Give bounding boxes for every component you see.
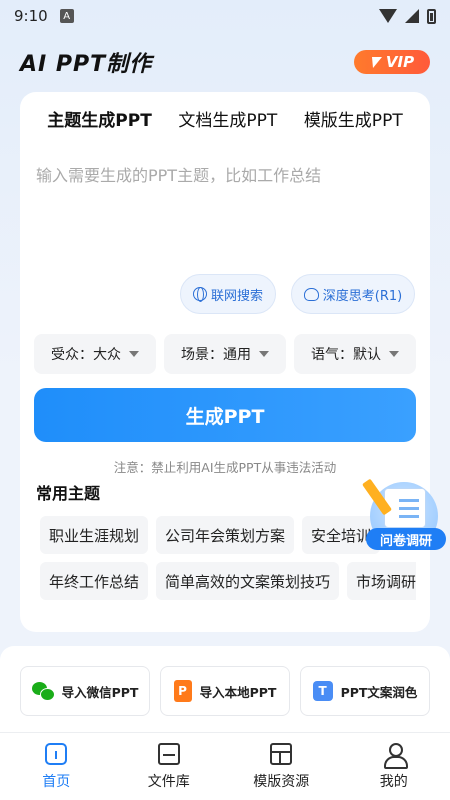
- tone-select[interactable]: 语气：默认: [294, 334, 416, 374]
- folder-icon: [157, 742, 180, 765]
- nav-home-label: 首页: [42, 773, 71, 790]
- polish-text-button[interactable]: T PPT文案润色: [300, 666, 430, 716]
- battery-icon: [427, 8, 436, 24]
- app-title: AI PPT制作: [20, 52, 153, 77]
- wechat-icon: [31, 682, 55, 701]
- vip-label: VIP: [385, 53, 415, 71]
- web-search-label: 联网搜索: [210, 288, 263, 304]
- chevron-down-icon: [259, 351, 269, 357]
- survey-label: 问卷调研: [366, 528, 446, 550]
- topic-chip[interactable]: 职业生涯规划: [40, 516, 149, 554]
- nav-files-label: 文件库: [147, 773, 190, 790]
- app-header: AI PPT制作 VIP: [0, 40, 450, 84]
- survey-floating-button[interactable]: 问卷调研: [362, 476, 446, 554]
- tab-topic-ppt[interactable]: 主题生成PPT: [45, 106, 152, 138]
- import-local-label: 导入本地PPT: [199, 684, 277, 700]
- ppt-file-icon: P: [173, 680, 192, 702]
- deep-think-label: 深度思考(R1): [322, 288, 403, 304]
- tab-label: 主题生成PPT: [47, 111, 152, 131]
- nav-templates-label: 模版资源: [253, 773, 310, 790]
- import-toolbar: 导入微信PPT P 导入本地PPT T PPT文案润色: [0, 646, 450, 732]
- audience-select[interactable]: 受众：大众: [34, 334, 156, 374]
- vip-badge[interactable]: VIP: [354, 50, 430, 74]
- status-time: 9:10: [14, 7, 48, 25]
- status-icons: [379, 8, 436, 24]
- brain-icon: [303, 287, 319, 301]
- nav-profile[interactable]: 我的: [338, 733, 450, 800]
- topic-chip[interactable]: 年终工作总结: [40, 562, 149, 600]
- status-bar: 9:10 A: [0, 0, 450, 32]
- deep-think-button[interactable]: 深度思考(R1): [291, 274, 415, 314]
- chevron-down-icon: [389, 351, 399, 357]
- wifi-icon: [379, 9, 397, 23]
- tab-document-ppt[interactable]: 文档生成PPT: [178, 106, 277, 136]
- topic-chips-row-2: 年终工作总结 简单高效的文案策划技巧 市场调研: [40, 562, 416, 600]
- audience-label: 受众：大众: [51, 347, 121, 363]
- generation-tabs: 主题生成PPT 文档生成PPT 模版生成PPT: [20, 106, 430, 138]
- tone-label: 语气：默认: [311, 347, 381, 363]
- common-topics-title: 常用主题: [36, 484, 101, 503]
- polish-text-label: PPT文案润色: [340, 684, 418, 700]
- topic-chip[interactable]: 简单高效的文案策划技巧: [156, 562, 340, 600]
- template-icon: [270, 742, 293, 765]
- topic-chip[interactable]: 市场调研: [347, 562, 416, 600]
- nav-files[interactable]: 文件库: [113, 733, 226, 800]
- bottom-navigation: 首页 文件库 模版资源 我的: [0, 732, 450, 800]
- legal-notice: 注意：禁止利用AI生成PPT从事违法活动: [113, 460, 337, 475]
- nav-profile-label: 我的: [379, 773, 408, 790]
- web-search-button[interactable]: 联网搜索: [180, 274, 276, 314]
- text-polish-icon: T: [312, 681, 333, 701]
- option-selectors: 受众：大众 场景：通用 语气：默认: [34, 334, 416, 374]
- notification-icon: A: [59, 9, 74, 23]
- topic-chip[interactable]: 公司年会策划方案: [156, 516, 295, 554]
- globe-icon: [192, 287, 207, 302]
- import-wechat-label: 导入微信PPT: [61, 684, 139, 700]
- topic-input[interactable]: [36, 162, 414, 262]
- nav-home[interactable]: 首页: [0, 733, 113, 800]
- user-icon: [383, 742, 408, 769]
- bolt-icon: [367, 56, 382, 68]
- topic-chips-row-1: 职业生涯规划 公司年会策划方案 安全培训: [40, 516, 416, 554]
- scene-select[interactable]: 场景：通用: [164, 334, 286, 374]
- tab-template-ppt[interactable]: 模版生成PPT: [304, 106, 403, 136]
- scene-label: 场景：通用: [181, 347, 251, 363]
- nav-templates[interactable]: 模版资源: [225, 733, 338, 800]
- signal-icon: [405, 9, 419, 23]
- import-local-button[interactable]: P 导入本地PPT: [160, 666, 290, 716]
- generate-ppt-button[interactable]: 生成PPT: [34, 388, 416, 442]
- home-icon: [45, 742, 68, 765]
- import-wechat-button[interactable]: 导入微信PPT: [20, 666, 150, 716]
- chevron-down-icon: [129, 351, 139, 357]
